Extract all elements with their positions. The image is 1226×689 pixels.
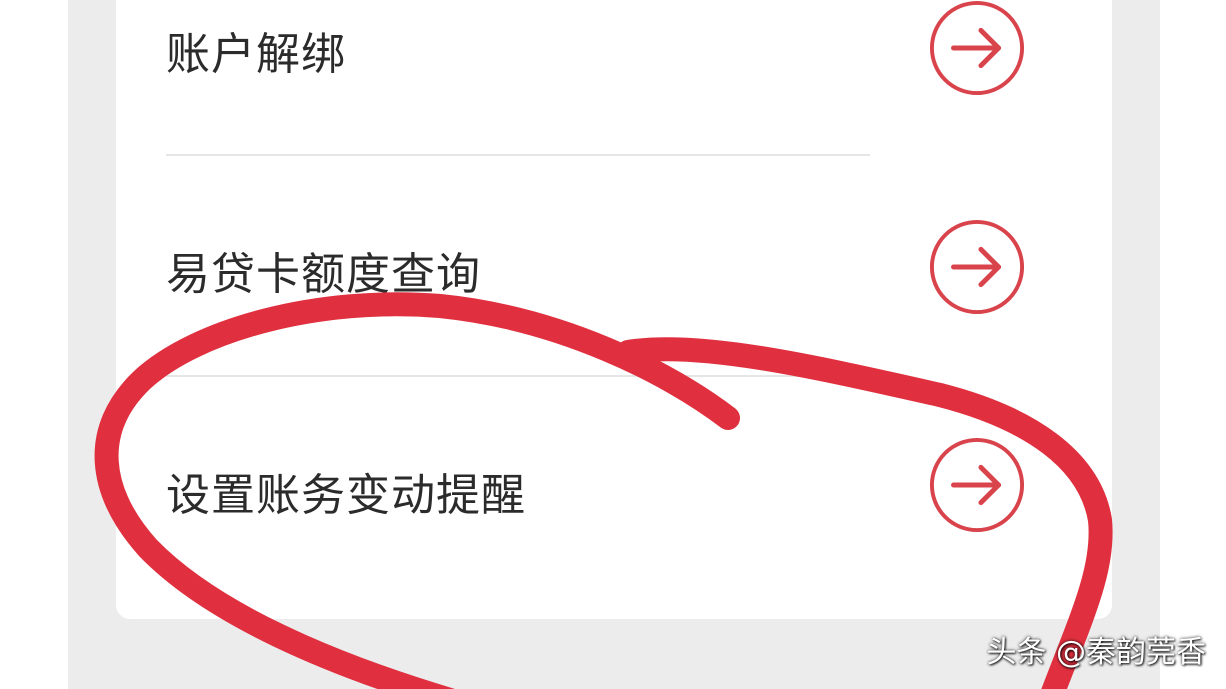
menu-item-credit-limit-query[interactable]: 易贷卡额度查询 [116,156,1112,376]
left-margin [0,0,68,689]
arrow-right-circle-icon[interactable] [928,436,1026,534]
arrow-right-circle-icon[interactable] [928,218,1026,316]
menu-card: 账户解绑 易贷卡额度查询 设置账务变动提醒 [116,0,1112,619]
menu-item-label: 易贷卡额度查询 [166,249,481,300]
right-margin [1160,0,1226,689]
app-screen: 账户解绑 易贷卡额度查询 设置账务变动提醒 [68,0,1160,689]
menu-item-label: 设置账务变动提醒 [166,470,526,521]
menu-item-transaction-alert[interactable]: 设置账务变动提醒 [116,377,1112,597]
menu-item-account-unbind[interactable]: 账户解绑 [116,0,1112,158]
menu-item-label: 账户解绑 [166,29,346,80]
arrow-right-circle-icon[interactable] [928,0,1026,97]
watermark: 头条 @秦韵莞香 [986,635,1206,670]
